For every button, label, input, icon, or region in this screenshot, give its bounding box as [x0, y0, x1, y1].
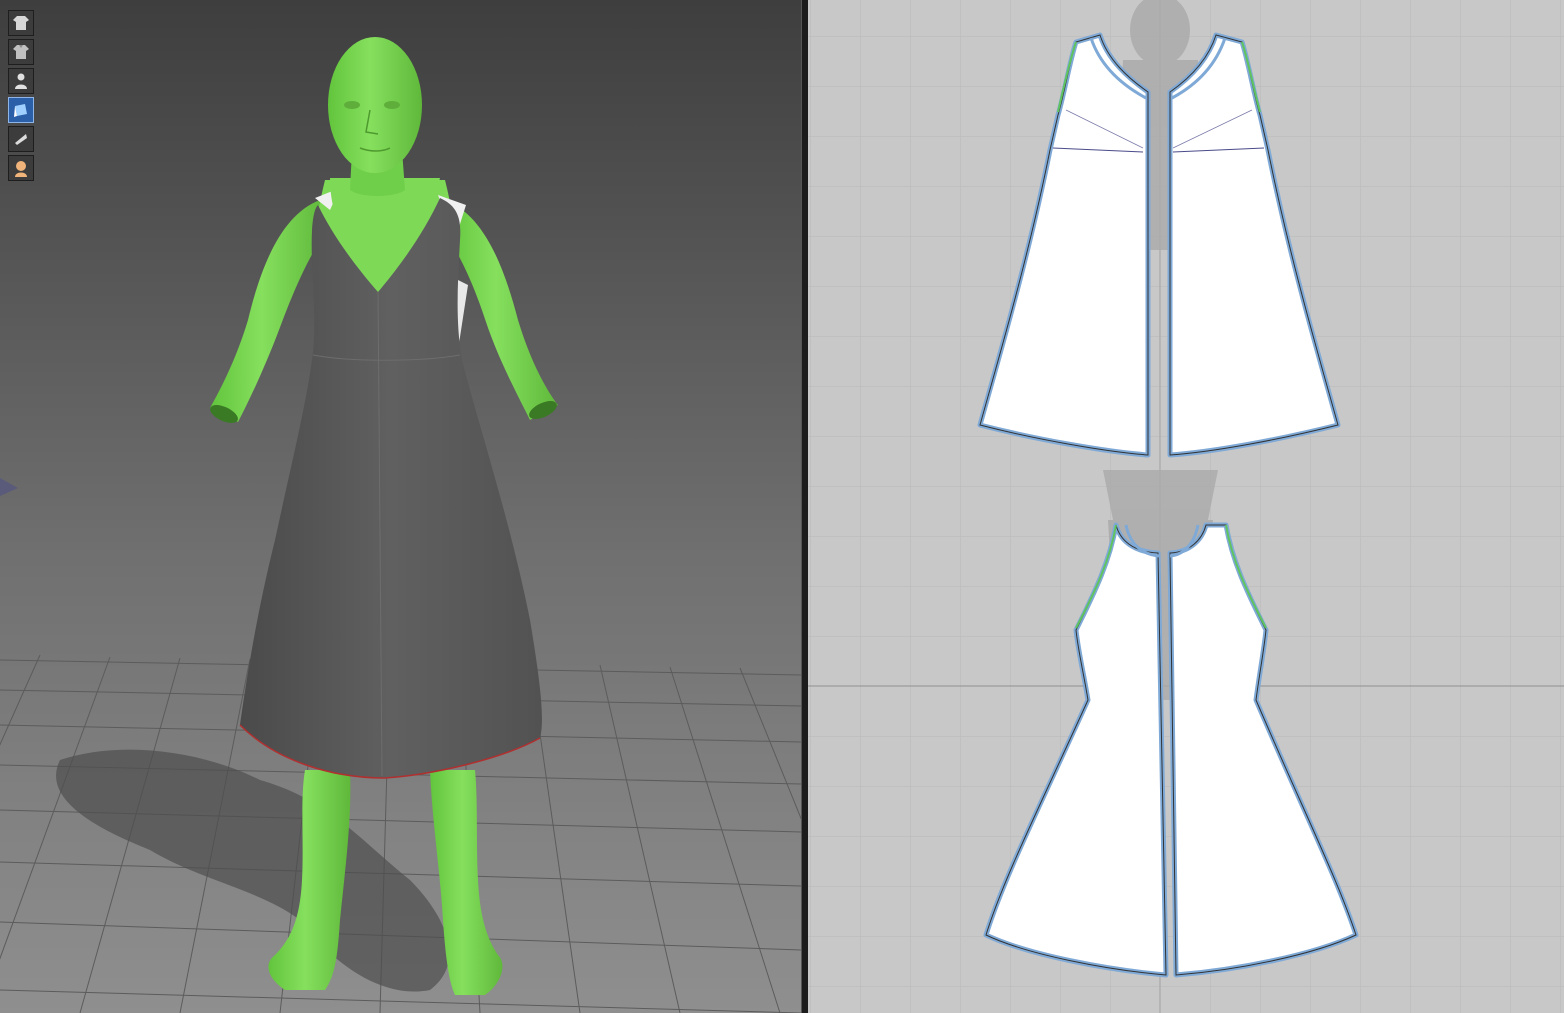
- avatar-icon: [12, 72, 30, 90]
- show-texture-button[interactable]: [8, 97, 34, 123]
- 2d-pattern-canvas[interactable]: [808, 0, 1564, 1013]
- 3d-viewport[interactable]: [0, 0, 801, 1013]
- garment-back-icon: [12, 43, 30, 61]
- texture-icon: [12, 101, 30, 119]
- 3d-scene[interactable]: [0, 0, 801, 1013]
- 3d-view-toolbar: [8, 10, 36, 184]
- show-avatar-button[interactable]: [8, 68, 34, 94]
- skin-avatar-icon: [12, 159, 30, 177]
- show-garment-back-button[interactable]: [8, 39, 34, 65]
- skin-avatar-button[interactable]: [8, 155, 34, 181]
- garment-front-icon: [12, 14, 30, 32]
- flat-shading-icon: [12, 130, 30, 148]
- app-window: [0, 0, 1564, 1013]
- show-garment-front-button[interactable]: [8, 10, 34, 36]
- flat-shading-button[interactable]: [8, 126, 34, 152]
- 2d-pattern-viewport[interactable]: [808, 0, 1564, 1013]
- avatar-head: [328, 37, 422, 173]
